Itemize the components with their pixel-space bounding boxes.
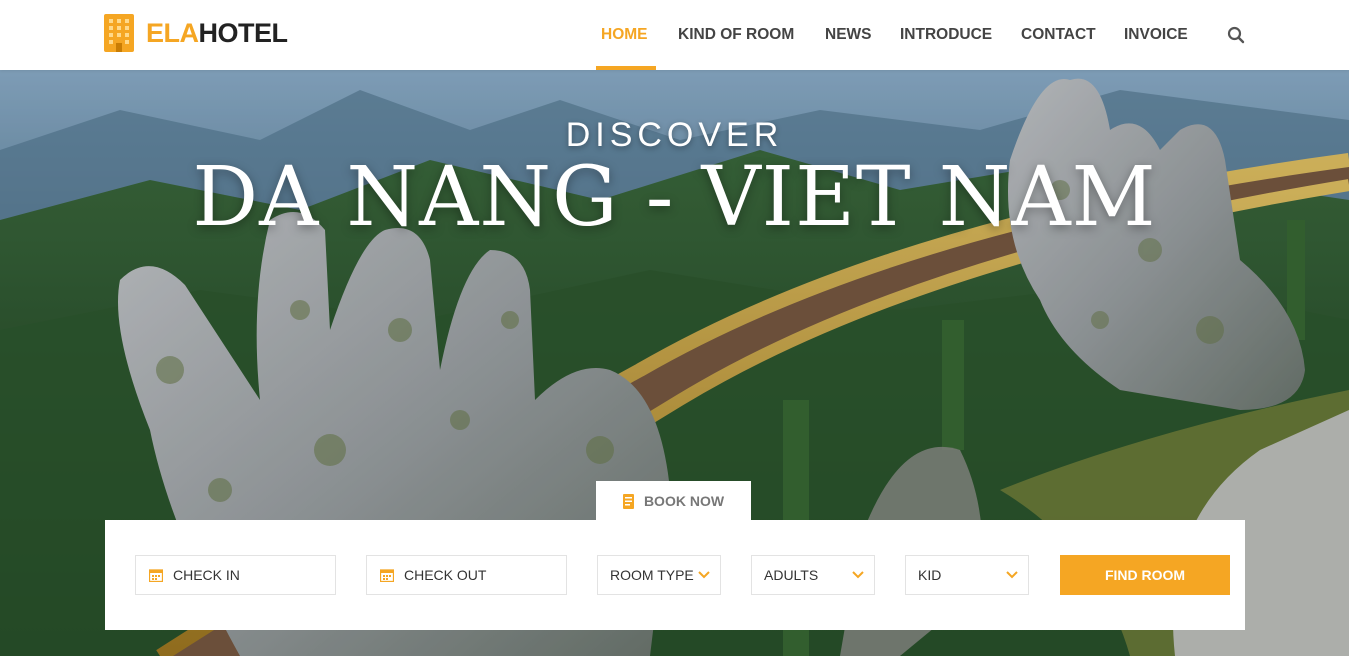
check-in-field[interactable]: CHECK IN [135, 555, 336, 595]
hero-title: DA NANG - VIET NAM [192, 150, 1157, 245]
nav-home[interactable]: HOME [601, 26, 648, 44]
nav-active-indicator [596, 66, 656, 70]
document-icon [622, 493, 634, 509]
chevron-down-icon [698, 571, 710, 579]
hotel-building-icon [104, 14, 134, 52]
calendar-icon [149, 569, 163, 582]
kid-select[interactable]: KID [905, 555, 1029, 595]
brand-name-rest: HOTEL [198, 17, 289, 48]
nav-kind-of-room[interactable]: KIND OF ROOM [678, 26, 794, 44]
check-in-label: CHECK IN [173, 567, 240, 583]
kid-label: KID [918, 567, 942, 583]
adults-select[interactable]: ADULTS [751, 555, 875, 595]
room-type-select[interactable]: ROOM TYPE [597, 555, 721, 595]
check-out-label: CHECK OUT [404, 567, 487, 583]
adults-label: ADULTS [764, 567, 819, 583]
brand-name: ELAHOTEL [146, 18, 288, 49]
book-now-label: BOOK NOW [643, 493, 725, 509]
site-header: ELAHOTEL HOME KIND OF ROOM NEWS INTRODUC… [0, 0, 1349, 70]
chevron-down-icon [1006, 571, 1018, 579]
brand-logo[interactable]: ELAHOTEL [104, 14, 288, 52]
nav-introduce[interactable]: INTRODUCE [900, 26, 992, 44]
nav-invoice[interactable]: INVOICE [1124, 26, 1188, 44]
booking-form: CHECK IN CHECK OUT ROOM TYPE ADULTS KID … [105, 520, 1245, 630]
check-out-field[interactable]: CHECK OUT [366, 555, 567, 595]
search-icon[interactable] [1227, 26, 1245, 44]
nav-news[interactable]: NEWS [825, 26, 872, 44]
calendar-icon [380, 569, 394, 582]
find-room-button[interactable]: FIND ROOM [1060, 555, 1230, 595]
chevron-down-icon [852, 571, 864, 579]
brand-name-accent: ELA [146, 17, 199, 48]
room-type-label: ROOM TYPE [610, 567, 694, 583]
book-now-tab[interactable]: BOOK NOW [596, 481, 751, 521]
nav-contact[interactable]: CONTACT [1021, 26, 1096, 44]
